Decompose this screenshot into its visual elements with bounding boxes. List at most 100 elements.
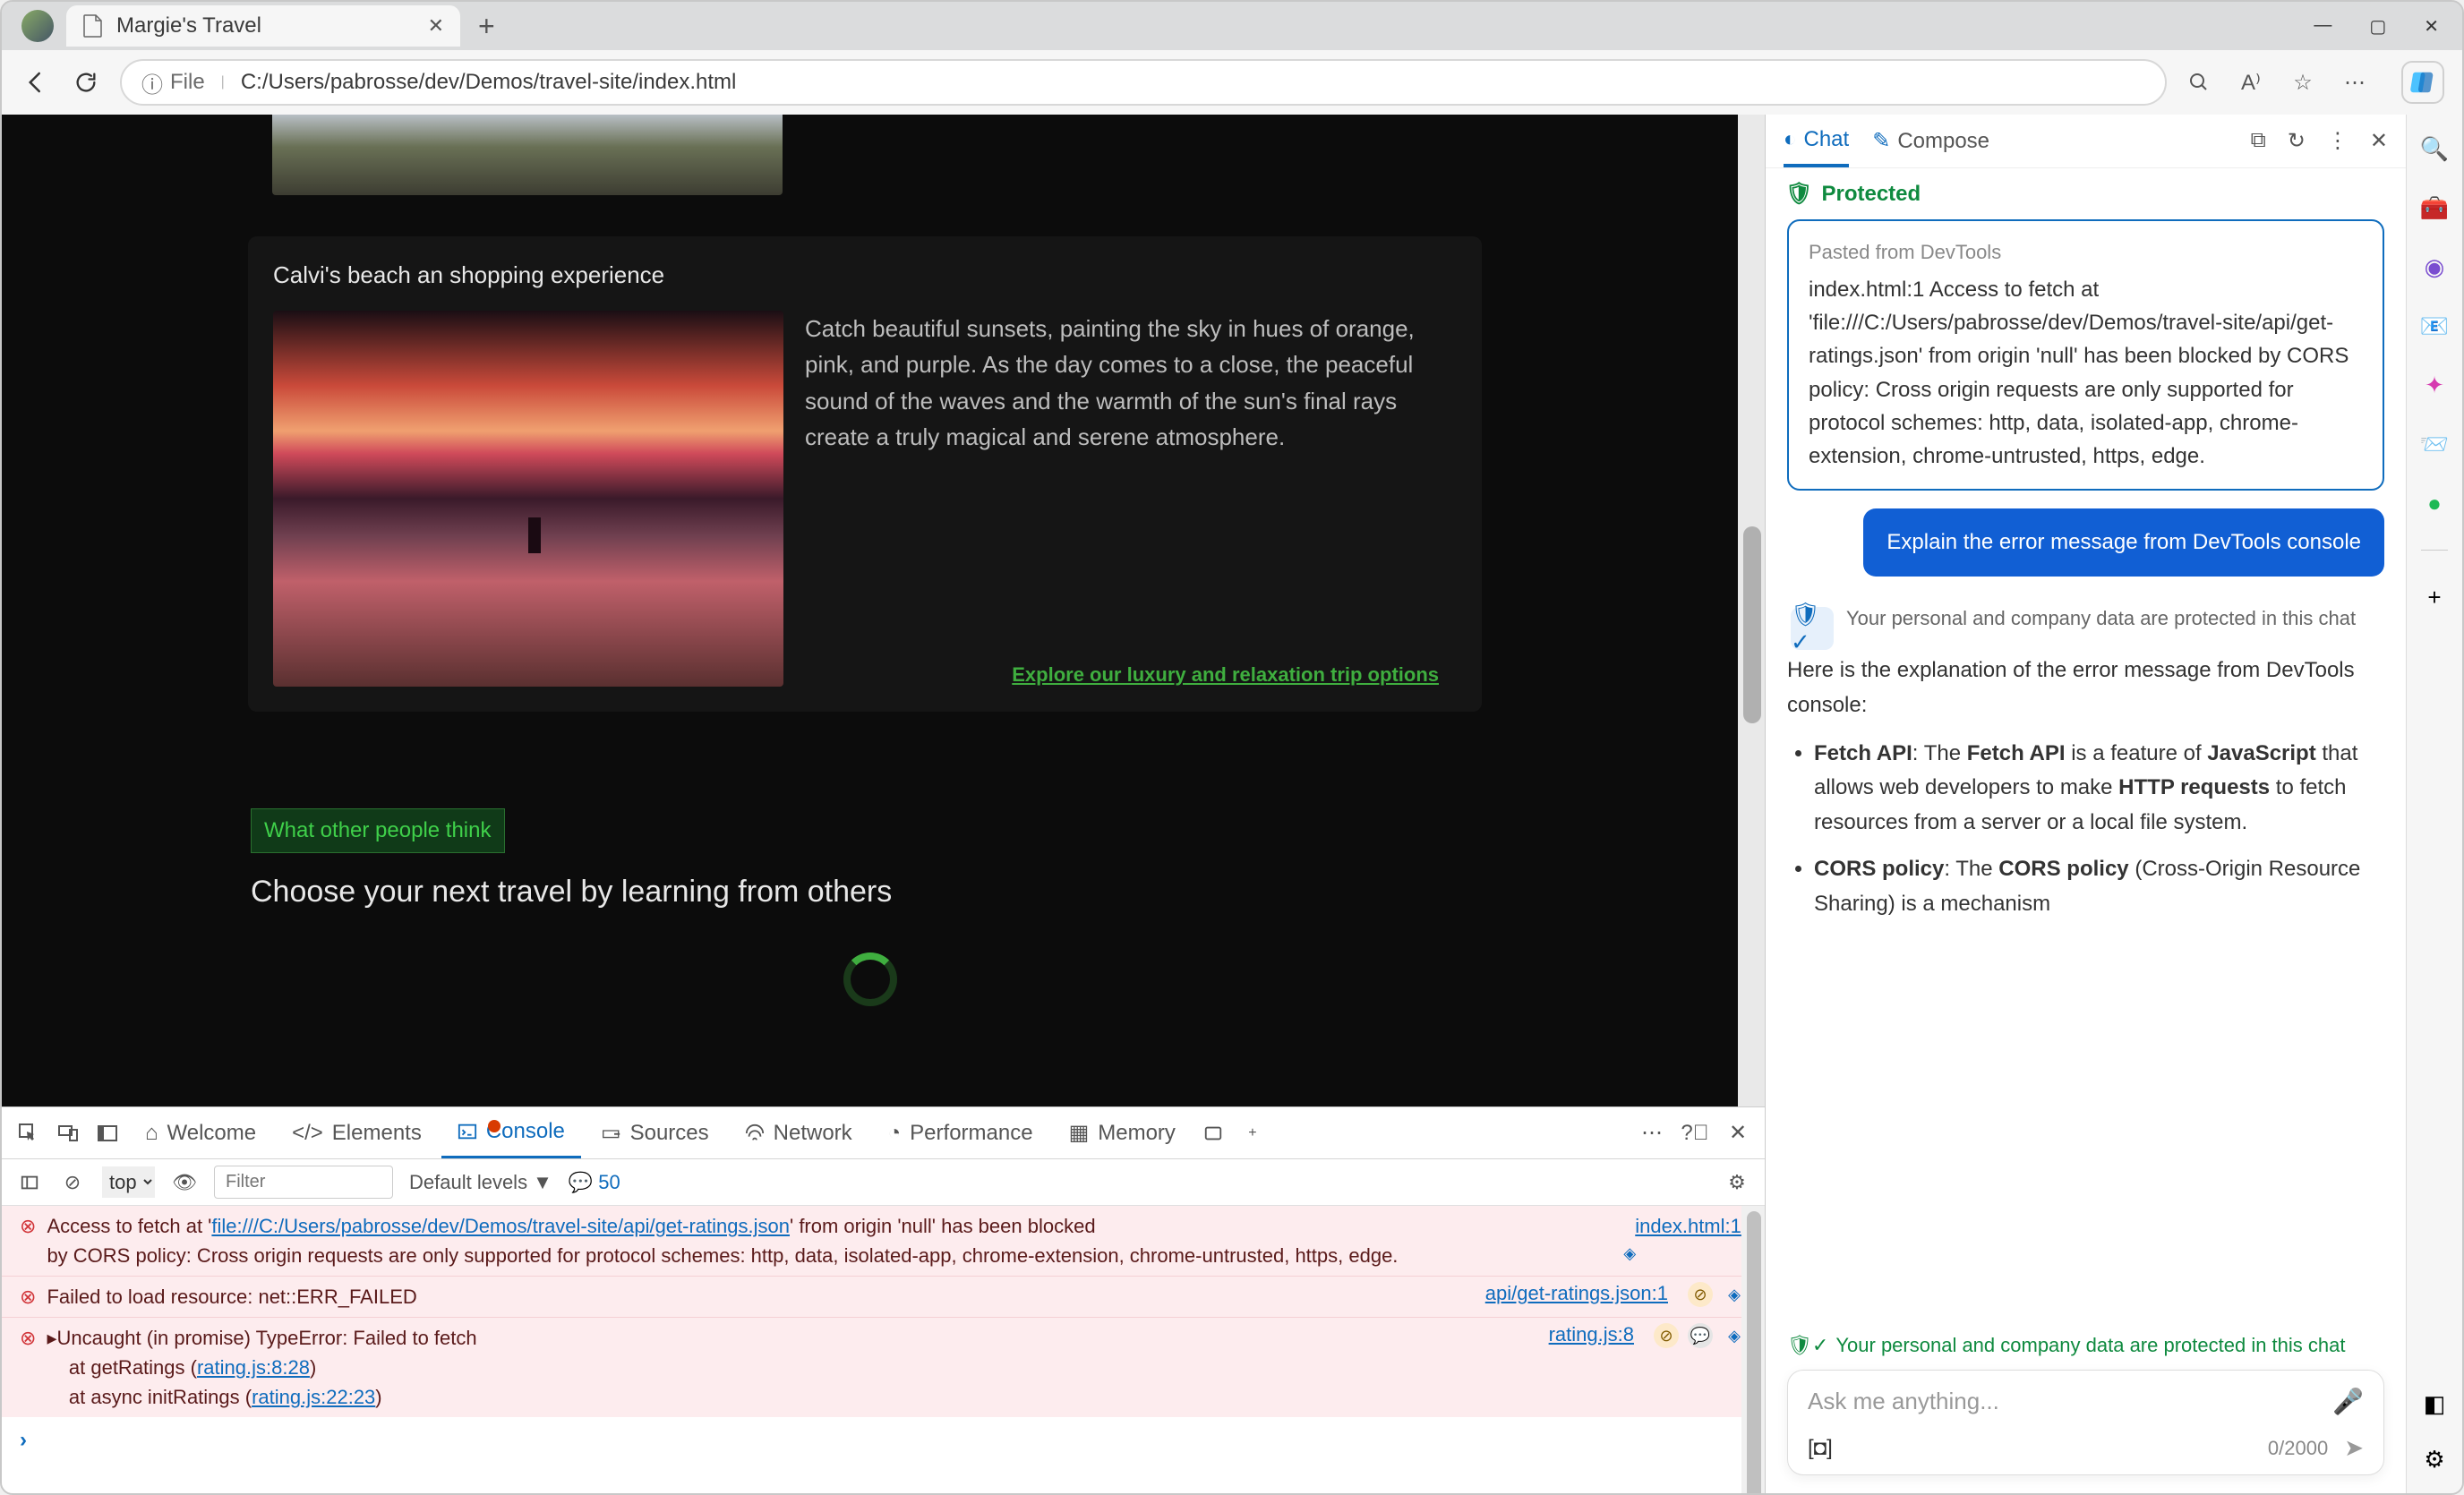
page-scrollbar[interactable] xyxy=(1738,115,1765,1106)
refresh-icon[interactable]: ↻ xyxy=(2288,128,2306,154)
footer-protected-label: 🛡✓Your personal and company data are pro… xyxy=(1787,1334,2384,1357)
split-screen-icon[interactable]: ◧ xyxy=(2418,1388,2451,1420)
add-tab-icon[interactable]: + xyxy=(1235,1115,1270,1151)
back-button[interactable] xyxy=(20,66,52,98)
message-count[interactable]: 💬50 xyxy=(569,1171,620,1194)
zoom-icon[interactable] xyxy=(2185,68,2213,97)
pasted-text: index.html:1 Access to fetch at 'file://… xyxy=(1809,273,2363,473)
address-bar[interactable]: ⓘ File | C:/Users/pabrosse/dev/Demos/tra… xyxy=(120,59,2167,106)
spotify-icon[interactable]: ● xyxy=(2418,487,2451,519)
live-expression-icon[interactable]: 👁 xyxy=(171,1169,198,1196)
titlebar: Margie's Travel ✕ + — ▢ ✕ xyxy=(2,2,2462,50)
copilot-input[interactable]: 🎤 [◘] 0/2000 ➤ xyxy=(1787,1370,2384,1475)
log-levels-select[interactable]: Default levels ▼ xyxy=(409,1171,552,1194)
card-description: Catch beautiful sunsets, painting the sk… xyxy=(805,311,1457,455)
filter-input[interactable] xyxy=(214,1166,393,1199)
m365-icon[interactable]: ◉ xyxy=(2418,251,2451,283)
pasted-context-card: Pasted from DevTools index.html:1 Access… xyxy=(1787,219,2384,491)
read-aloud-icon[interactable]: A⁾ xyxy=(2237,68,2265,97)
tab-close-icon[interactable]: ✕ xyxy=(428,14,444,38)
window-close-button[interactable]: ✕ xyxy=(2424,15,2439,38)
open-new-icon[interactable]: ⧉ xyxy=(2251,128,2266,154)
page-icon xyxy=(82,15,104,37)
send-icon[interactable]: ➤ xyxy=(2344,1434,2364,1462)
page-viewport: Calvi's beach an shopping experience Cat… xyxy=(2,115,1765,1106)
url-text: C:/Users/pabrosse/dev/Demos/travel-site/… xyxy=(241,70,737,95)
copilot-panel: ◐Chat ✎Compose ⧉ ↻ ⋮ ✕ 🛡 Protected Paste… xyxy=(1766,115,2407,1493)
settings-icon[interactable]: ⚙ xyxy=(2418,1443,2451,1475)
pasted-caption: Pasted from DevTools xyxy=(1809,237,2363,268)
console-error-row[interactable]: ⊗ Access to fetch at 'file:///C:/Users/p… xyxy=(2,1206,1765,1276)
copilot-toggle-button[interactable] xyxy=(2401,61,2444,104)
context-select[interactable]: top xyxy=(102,1166,155,1198)
chat-icon: ◐ xyxy=(1784,127,1797,152)
search-icon[interactable]: 🔍 xyxy=(2418,132,2451,165)
devtools-tab-welcome[interactable]: ⌂Welcome xyxy=(129,1107,272,1158)
dock-icon[interactable] xyxy=(90,1115,125,1151)
tab-title: Margie's Travel xyxy=(116,13,415,38)
image-scan-icon[interactable]: [◘] xyxy=(1808,1436,1833,1461)
devtools-tab-memory[interactable]: ▦Memory xyxy=(1053,1107,1192,1158)
more-icon[interactable]: ⋮ xyxy=(2327,128,2348,154)
devtools-tab-console[interactable]: Console xyxy=(441,1107,581,1158)
section-badge: What other people think xyxy=(251,808,505,853)
minimize-button[interactable]: — xyxy=(2314,15,2331,38)
error-icon: ⊗ xyxy=(20,1215,36,1270)
copilot-icon[interactable]: ◈ xyxy=(1617,1241,1642,1266)
console-error-row[interactable]: ⊗ ▸Uncaught (in promise) TypeError: Fail… xyxy=(2,1317,1765,1417)
issue-icon[interactable]: ⊘ xyxy=(1654,1323,1679,1348)
devtools-tab-network[interactable]: Network xyxy=(729,1107,868,1158)
console-settings-icon[interactable]: ⚙ xyxy=(1724,1169,1750,1196)
devtools-close-icon[interactable]: ✕ xyxy=(1720,1115,1756,1151)
card-title: Calvi's beach an shopping experience xyxy=(273,261,1457,289)
maximize-button[interactable]: ▢ xyxy=(2369,15,2386,38)
devtools-panel: ⌂Welcome </>Elements Console ▭̵Sources N… xyxy=(2,1106,1765,1493)
toolbox-icon[interactable]: 🧰 xyxy=(2418,192,2451,224)
protected-info-card: 🛡✓ Your personal and company data are pr… xyxy=(1787,594,2384,654)
help-icon[interactable]: ?⃝ xyxy=(1677,1115,1713,1151)
devtools-tab-performance[interactable]: ◔Performance xyxy=(872,1107,1049,1158)
devtools-tab-sources[interactable]: ▭̵Sources xyxy=(585,1107,725,1158)
source-link[interactable]: rating.js:8 xyxy=(1549,1323,1634,1412)
console-icon xyxy=(458,1122,477,1141)
outlook-icon[interactable]: 📧 xyxy=(2418,310,2451,342)
copilot-text-input[interactable] xyxy=(1808,1388,2322,1415)
device-icon[interactable] xyxy=(50,1115,86,1151)
copilot-close-icon[interactable]: ✕ xyxy=(2370,128,2388,154)
error-icon: ⊗ xyxy=(20,1286,36,1311)
hero-image-partial xyxy=(272,115,783,195)
sidebar-toggle-icon[interactable] xyxy=(16,1169,43,1196)
browser-tab[interactable]: Margie's Travel ✕ xyxy=(66,5,460,47)
sources-icon: ▭̵ xyxy=(601,1120,621,1146)
console-error-row[interactable]: ⊗ Failed to load resource: net::ERR_FAIL… xyxy=(2,1276,1765,1317)
copilot-tab-compose[interactable]: ✎Compose xyxy=(1872,115,1989,167)
info-icon[interactable]: 💬 xyxy=(1688,1323,1713,1348)
issue-icon[interactable]: ⊘ xyxy=(1688,1282,1713,1307)
devtools-tab-elements[interactable]: </>Elements xyxy=(276,1107,438,1158)
shield-icon: 🛡 xyxy=(1785,181,1812,207)
favorite-icon[interactable]: ☆ xyxy=(2289,68,2317,97)
refresh-button[interactable] xyxy=(70,66,102,98)
app-panel-icon[interactable] xyxy=(1195,1115,1231,1151)
console-scrollbar[interactable] xyxy=(1741,1206,1765,1493)
clear-console-icon[interactable]: ⊘ xyxy=(59,1169,86,1196)
char-count: 0/2000 xyxy=(2268,1437,2328,1460)
explore-link[interactable]: Explore our luxury and relaxation trip o… xyxy=(805,538,1457,687)
add-app-icon[interactable]: + xyxy=(2418,581,2451,613)
more-icon[interactable]: ⋯ xyxy=(1634,1115,1670,1151)
new-tab-button[interactable]: + xyxy=(469,10,504,43)
profile-avatar[interactable] xyxy=(21,10,54,42)
source-link[interactable]: api/get-ratings.json:1 xyxy=(1485,1282,1668,1311)
code-icon: </> xyxy=(292,1121,323,1146)
source-link[interactable]: index.html:1 xyxy=(1635,1215,1741,1237)
app-menu-icon[interactable]: ⋯ xyxy=(2340,68,2369,97)
designer-icon[interactable]: ✦ xyxy=(2418,369,2451,401)
inspect-icon[interactable] xyxy=(11,1115,47,1151)
send-app-icon[interactable]: 📨 xyxy=(2418,428,2451,460)
site-info-icon[interactable]: ⓘ File xyxy=(141,67,205,98)
copilot-tab-chat[interactable]: ◐Chat xyxy=(1784,115,1849,167)
protected-badge: 🛡 Protected xyxy=(1766,168,2406,219)
destination-card: Calvi's beach an shopping experience Cat… xyxy=(248,236,1482,712)
console-prompt[interactable]: › xyxy=(2,1417,1765,1464)
mic-icon[interactable]: 🎤 xyxy=(2332,1387,2364,1416)
